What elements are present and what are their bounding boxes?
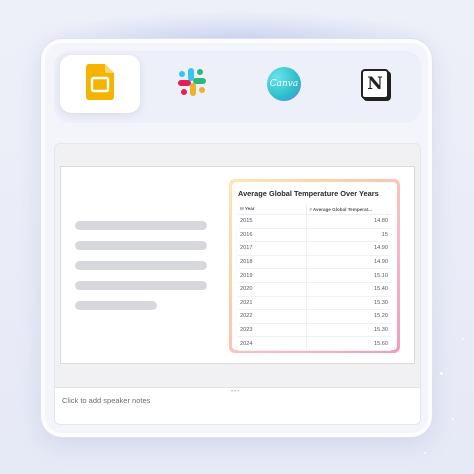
- table-header-row: ⊟Year #Average Global Temperat...: [238, 204, 391, 215]
- google-slides-icon: [86, 63, 114, 105]
- text-placeholder-line: [75, 301, 157, 310]
- text-column-icon: ⊟: [240, 206, 244, 211]
- cell-year: 2018: [238, 255, 307, 270]
- cell-value: 15.30: [306, 323, 391, 338]
- table-row: 2015 14.80: [238, 214, 391, 229]
- cell-year: 2019: [238, 268, 307, 283]
- cell-value: 14.90: [306, 255, 391, 270]
- cell-value: 14.80: [306, 214, 391, 229]
- cell-year: 2023: [238, 323, 307, 338]
- notion-logo-text: N: [367, 74, 383, 94]
- table-row: 2022 15.20: [238, 309, 391, 324]
- table-row: 2019 15.10: [238, 268, 391, 283]
- cell-year: 2022: [238, 309, 307, 324]
- table-row: 2024 15.60: [238, 336, 391, 351]
- slide-canvas-area: Average Global Temperature Over Years ⊟Y…: [55, 144, 420, 388]
- table-card: Average Global Temperature Over Years ⊟Y…: [232, 182, 397, 351]
- sparkle: [462, 338, 464, 340]
- table-row: 2020 15.40: [238, 282, 391, 297]
- table-row: 2018 14.90: [238, 255, 391, 270]
- table-row: 2023 15.30: [238, 323, 391, 338]
- cell-year: 2024: [238, 336, 307, 351]
- cell-value: 15.10: [306, 268, 391, 283]
- cell-value: 15: [306, 228, 391, 243]
- cell-year: 2015: [238, 214, 307, 229]
- number-column-icon: #: [309, 206, 312, 212]
- speaker-notes-field[interactable]: Click to add speaker notes: [62, 396, 150, 405]
- text-placeholder-line: [75, 281, 207, 290]
- slide[interactable]: Average Global Temperature Over Years ⊟Y…: [60, 166, 415, 364]
- text-placeholder-line: [75, 221, 207, 230]
- table-row: 2017 14.90: [238, 241, 391, 256]
- cell-value: 15.20: [306, 309, 391, 324]
- sparkle: [452, 418, 454, 420]
- cell-year: 2021: [238, 296, 307, 311]
- table-row: 2021 15.30: [238, 296, 391, 311]
- sparkle: [440, 372, 443, 375]
- slides-editor: Average Global Temperature Over Years ⊟Y…: [54, 143, 421, 425]
- text-placeholder-line: [75, 241, 207, 250]
- app-tile-notion[interactable]: N: [335, 55, 415, 113]
- embedded-table[interactable]: Average Global Temperature Over Years ⊟Y…: [229, 179, 400, 353]
- cell-value: 15.60: [306, 336, 391, 351]
- table-row: 2016 15: [238, 228, 391, 243]
- column-header-temperature[interactable]: #Average Global Temperat...: [306, 204, 391, 215]
- app-card: Canva N Average Global Temperature Over …: [40, 38, 433, 438]
- canva-logo-text: Canva: [269, 79, 299, 89]
- text-placeholder-line: [75, 261, 207, 270]
- cell-year: 2017: [238, 241, 307, 256]
- canva-icon: Canva: [267, 67, 301, 101]
- cell-value: 15.40: [306, 282, 391, 297]
- notes-resize-handle[interactable]: •••: [231, 389, 240, 395]
- cell-year: 2020: [238, 282, 307, 297]
- app-tile-slack[interactable]: [152, 55, 232, 113]
- column-header-year[interactable]: ⊟Year: [238, 204, 307, 215]
- app-tile-canva[interactable]: Canva: [244, 55, 324, 113]
- app-switcher-bar: Canva N: [54, 51, 421, 123]
- slack-icon: [177, 67, 207, 102]
- cell-year: 2016: [238, 228, 307, 243]
- notion-icon: N: [361, 69, 389, 99]
- cell-value: 15.30: [306, 296, 391, 311]
- data-table: ⊟Year #Average Global Temperat... 2015 14…: [238, 204, 391, 351]
- sparkle: [424, 452, 426, 454]
- cell-value: 14.90: [306, 241, 391, 256]
- app-tile-google-slides[interactable]: [60, 55, 140, 113]
- table-title: Average Global Temperature Over Years: [238, 189, 379, 198]
